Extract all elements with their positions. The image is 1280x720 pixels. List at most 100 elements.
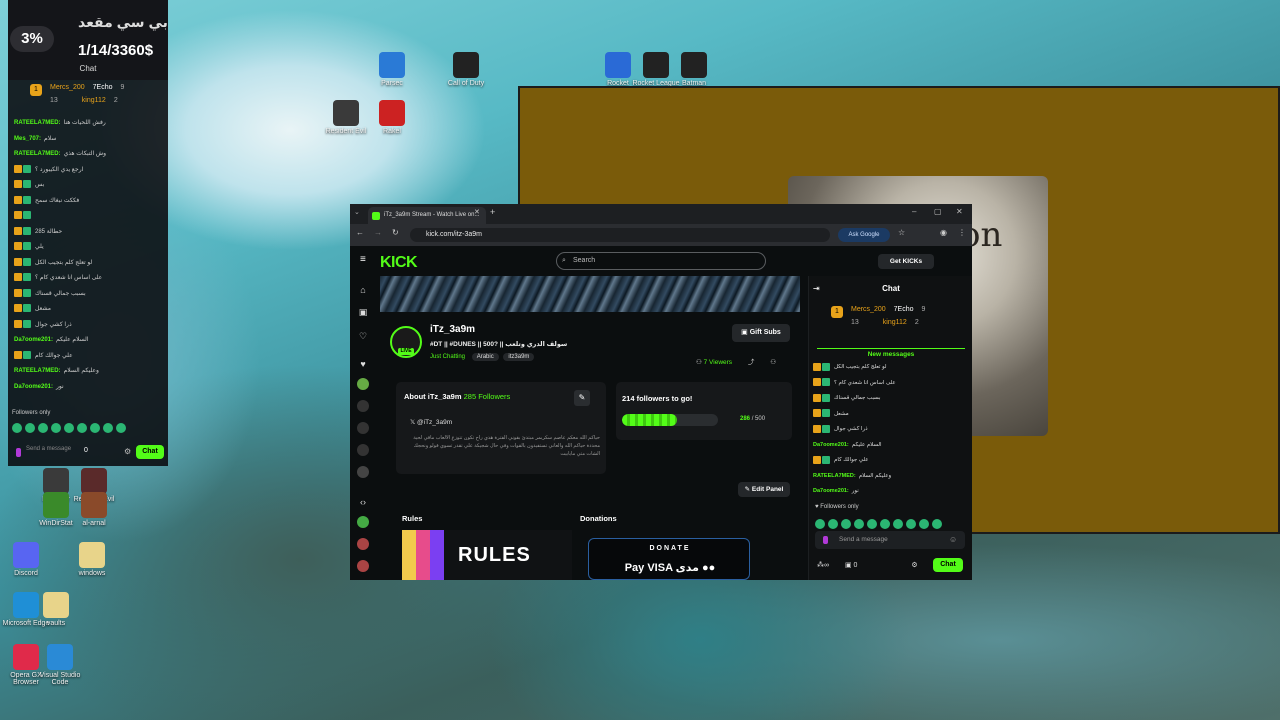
url-field[interactable]: kick.com/itz-3a9m [410,228,830,242]
browse-icon[interactable]: ▣ [357,306,369,318]
chat-username[interactable]: Da7oome201: [14,384,53,390]
channel-avatar[interactable] [357,560,369,572]
emote-icon[interactable] [828,519,838,529]
desktop-icon[interactable]: Batman [668,52,720,87]
expand-icon[interactable]: ‹› [357,496,369,508]
donate-panel-image[interactable]: DONATE Pay VISA مدى ●● [588,538,750,580]
stream-video-area[interactable] [380,276,800,312]
desktop-icon[interactable]: vaults [30,592,82,627]
search-input[interactable]: ⌕ Search [556,252,766,270]
emote-icon[interactable] [116,423,126,433]
hamburger-menu-icon[interactable]: ≡ [360,254,366,265]
kick-logo[interactable]: KICK [380,254,418,272]
chat-username[interactable]: RATEELA7MED: [14,151,61,157]
tag-pill[interactable]: Arabic [471,353,499,361]
category-link[interactable]: Just Chatting [430,354,465,360]
channel-avatar[interactable] [357,516,369,528]
leader-count: 2 [914,319,919,326]
payment-methods: Pay VISA مدى ●● [624,562,716,574]
chat-username[interactable]: RATEELA7MED: [14,368,61,374]
emote-icon[interactable] [867,519,877,529]
emote-icon[interactable] [854,519,864,529]
desktop-icon[interactable]: Parsec [366,52,418,87]
new-tab-icon[interactable]: + [490,207,495,217]
gift-icon[interactable]: ▣ [845,562,854,569]
chat-username[interactable]: Da7oome201: [813,442,849,448]
reload-icon[interactable]: ↻ [392,228,399,237]
desktop-icon-label: vaults [46,620,66,627]
emoji-picker-icon[interactable]: ☺ [949,531,957,549]
emote-icon[interactable] [815,519,825,529]
desktop-icon[interactable]: al-arnal [68,492,120,527]
chat-username[interactable]: Mes_707: [14,136,41,142]
tag-pill[interactable]: itz3a9m [503,353,535,361]
channel-avatar[interactable] [357,466,369,478]
menu-dots-icon[interactable]: ⋮ [958,228,966,237]
favorites-icon[interactable]: ♥ [357,358,369,370]
following-icon[interactable]: ♡ [357,330,369,342]
ask-google-button[interactable]: Ask Google [838,228,890,242]
send-message-input[interactable]: Send a message [26,446,71,452]
desktop-icon[interactable]: Rakel [366,100,418,135]
channel-avatar[interactable] [357,400,369,412]
get-kicks-button[interactable]: Get KICKs [878,254,934,269]
kicks-icon[interactable]: ⁂∞ [817,562,829,569]
close-tab-icon[interactable]: ✕ [474,208,480,216]
emote-icon[interactable] [880,519,890,529]
minimize-icon[interactable]: – [912,207,916,216]
twitter-link[interactable]: 𝕏 @iTz_3a9m [410,418,452,426]
chat-send-button[interactable]: Chat [136,445,164,459]
settings-icon[interactable]: ⚙ [124,447,131,456]
close-window-icon[interactable]: ✕ [956,207,963,216]
chat-username[interactable]: RATEELA7MED: [813,473,856,479]
kick-sidebar: ⌂ ▣ ♡ ♥ ‹› [350,276,376,580]
browser-tab[interactable]: iTz_3a9m Stream - Watch Live on... [368,207,486,224]
bookmark-star-icon[interactable]: ☆ [898,228,905,237]
channel-avatar[interactable] [357,378,369,390]
desktop-icon[interactable]: Visual Studio Code [34,644,86,686]
emote-icon[interactable] [932,519,942,529]
emote-icon[interactable] [77,423,87,433]
emote-icon[interactable] [103,423,113,433]
share-icon[interactable]: ⤴ [748,359,755,366]
desktop-icon[interactable]: Call of Duty [440,52,492,87]
browser-window[interactable]: ⌄ iTz_3a9m Stream - Watch Live on... ✕ +… [350,204,972,580]
emote-icon[interactable] [51,423,61,433]
tab-menu-icon[interactable]: ⌄ [354,208,360,216]
desktop-icon[interactable]: windows [66,542,118,577]
forward-icon[interactable]: → [374,228,382,237]
emote-icon[interactable] [90,423,100,433]
desktop-icon[interactable]: Discord [0,542,52,577]
chat-username[interactable]: Da7oome201: [14,337,53,343]
emote-icon[interactable] [841,519,851,529]
emote-icon[interactable] [25,423,35,433]
emote-icon[interactable] [64,423,74,433]
gift-subs-button[interactable]: ▣ Gift Subs [732,324,790,342]
emote-icon[interactable] [906,519,916,529]
desktop-icon[interactable]: Resident Evil [320,100,372,135]
follow-icon[interactable]: ⚇ [770,359,776,366]
channel-avatar[interactable] [357,444,369,456]
microphone-icon[interactable] [16,448,21,457]
subscriber-badge-icon [822,409,830,418]
channel-avatar[interactable] [357,422,369,434]
emote-icon[interactable] [919,519,929,529]
maximize-icon[interactable]: ▢ [934,207,942,216]
edit-panel-button[interactable]: ✎ Edit Panel [738,482,790,497]
home-icon[interactable]: ⌂ [357,284,369,296]
emote-icon[interactable] [12,423,22,433]
microphone-icon[interactable] [823,536,828,544]
send-message-input[interactable]: Send a message ☺ [815,531,965,549]
edit-pencil-icon[interactable]: ✎ [574,390,590,406]
back-icon[interactable]: ← [356,228,364,237]
chat-send-button[interactable]: Chat [933,558,963,572]
chat-username[interactable]: RATEELA7MED: [14,120,61,126]
emote-icon[interactable] [38,423,48,433]
profile-icon[interactable]: ◉ [940,228,947,237]
streamer-name[interactable]: iTz_3a9m [430,324,475,335]
chat-username[interactable]: Da7oome201: [813,488,849,494]
emote-icon[interactable] [893,519,903,529]
settings-icon[interactable]: ⚙ [911,562,917,569]
channel-avatar[interactable] [357,538,369,550]
new-messages-divider[interactable]: New messages [817,348,965,358]
